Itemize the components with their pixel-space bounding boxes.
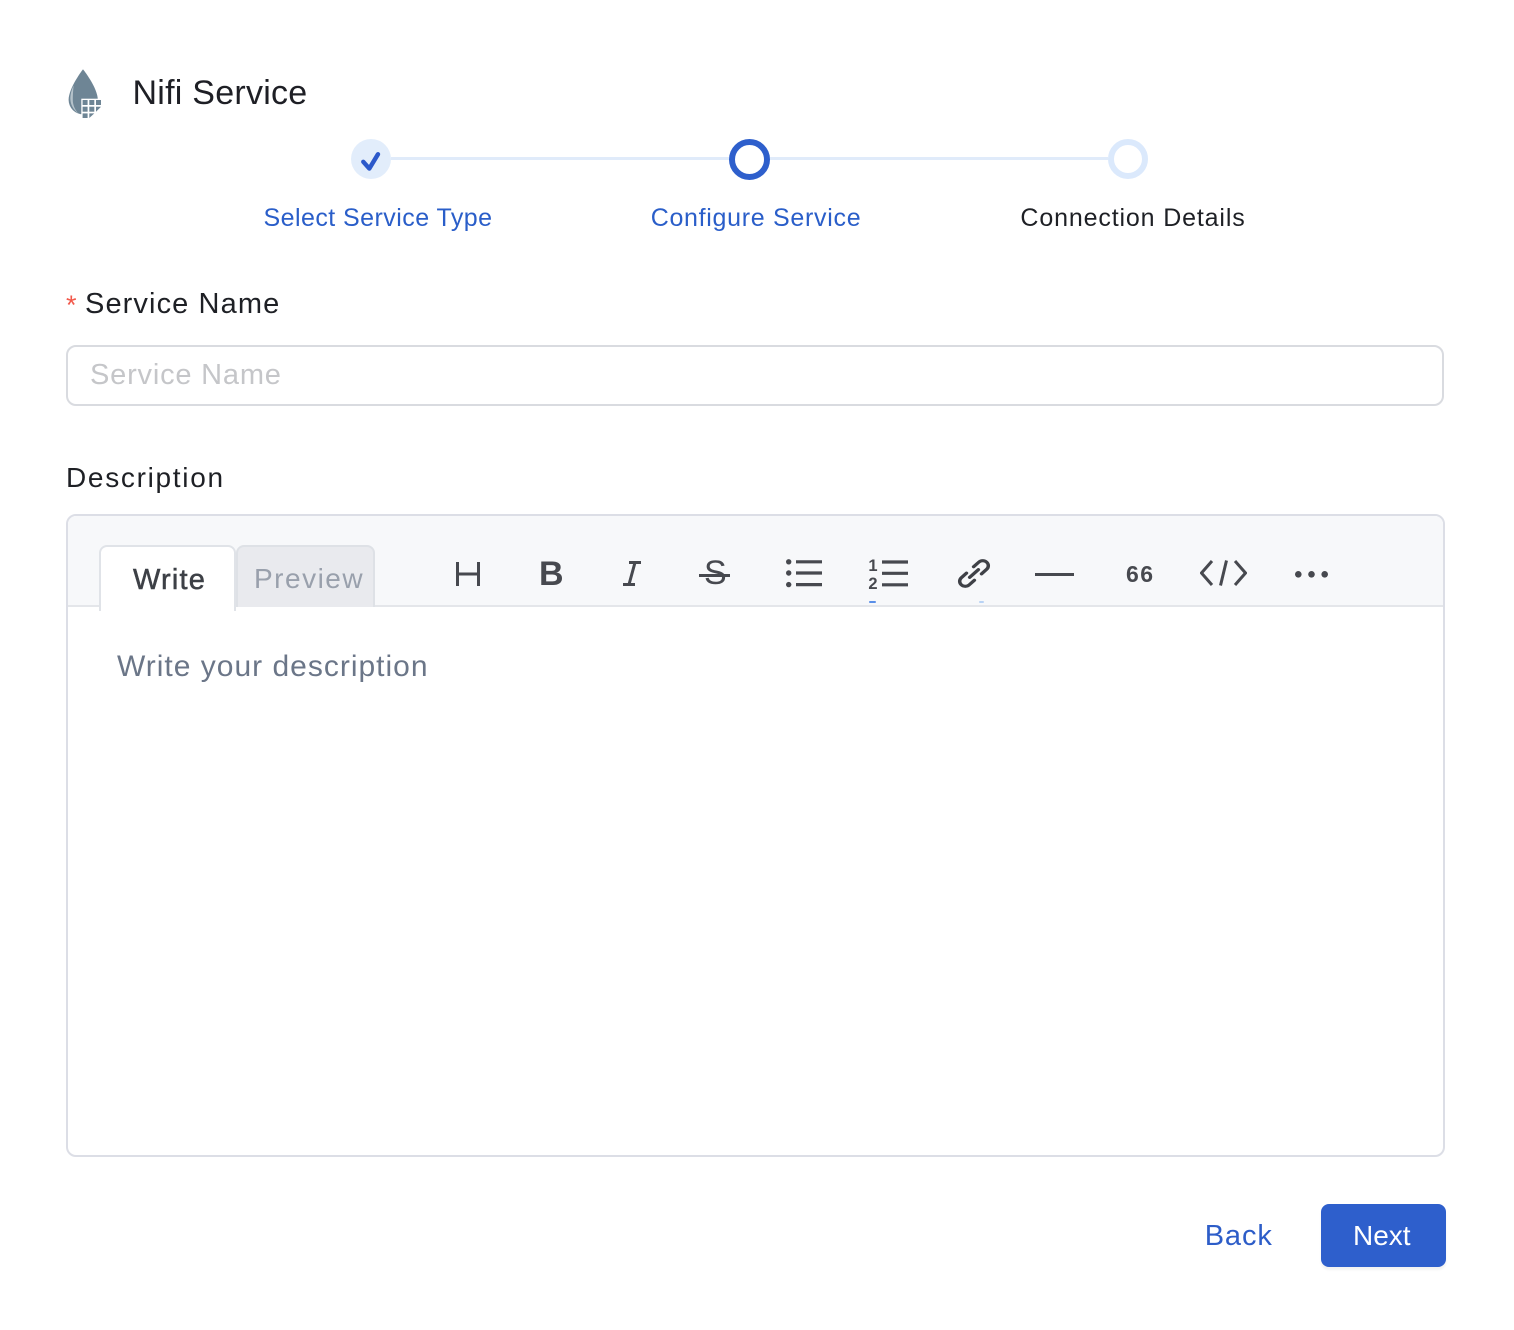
svg-text:2: 2 (868, 575, 877, 589)
svg-text:1: 1 (868, 557, 877, 575)
